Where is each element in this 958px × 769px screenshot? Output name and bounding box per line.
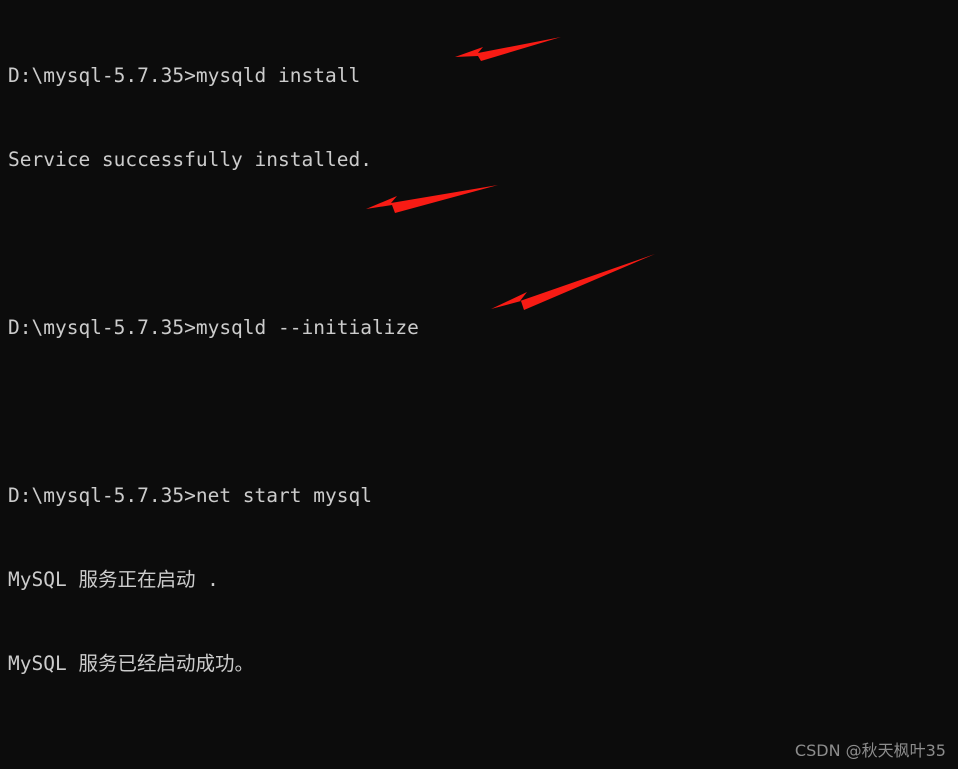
csdn-watermark: CSDN @秋天枫叶35 xyxy=(794,741,946,760)
console-line: D:\mysql-5.7.35>net start mysql xyxy=(8,484,372,507)
console-line: Service successfully installed. xyxy=(8,148,372,171)
console-line: D:\mysql-5.7.35>mysqld install xyxy=(8,64,361,87)
console-line: MySQL 服务正在启动 . xyxy=(8,568,219,591)
console-output[interactable]: D:\mysql-5.7.35>mysqld install Service s… xyxy=(0,0,958,769)
console-line: MySQL 服务已经启动成功。 xyxy=(8,652,254,675)
console-line: D:\mysql-5.7.35>mysqld --initialize xyxy=(8,316,419,339)
command-prompt-window[interactable]: D:\mysql-5.7.35>mysqld install Service s… xyxy=(0,0,958,769)
